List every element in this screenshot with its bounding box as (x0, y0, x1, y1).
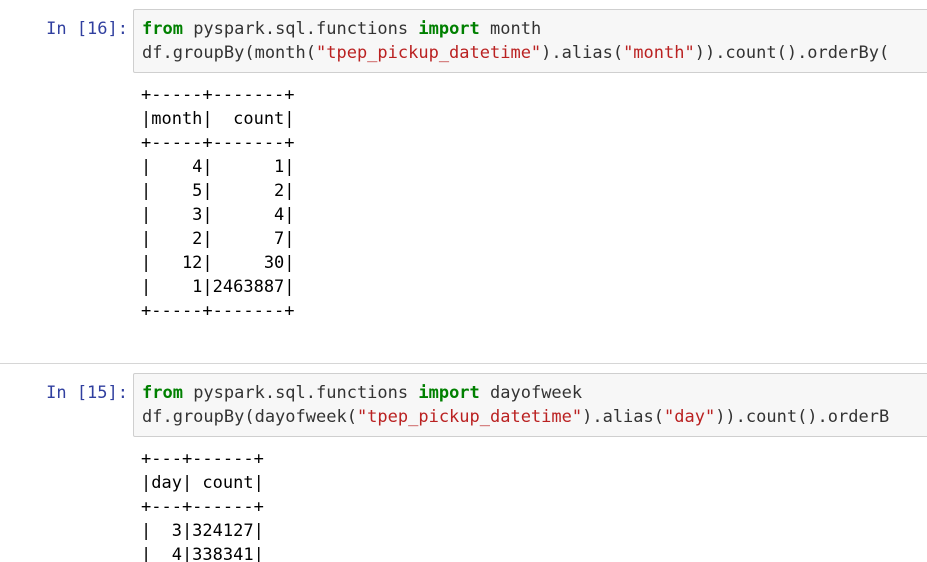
cell-output: +---+------+ |day| count| +---+------+ |… (141, 447, 901, 562)
code-text: )).count().orderB (715, 407, 890, 427)
code-text: df.groupBy(dayofweek( (142, 407, 357, 427)
import-name: month (479, 19, 542, 39)
keyword: from (142, 383, 183, 403)
output-line: | 12| 30| (141, 253, 295, 273)
code-text: ).alias( (541, 43, 624, 63)
output-line: | 3|324127| (141, 521, 264, 541)
import-name: dayofweek (479, 383, 583, 403)
output-line: | 4| 1| (141, 157, 295, 177)
output-line: |month| count| (141, 109, 295, 129)
keyword: from (142, 19, 183, 39)
string-literal: "day" (664, 407, 716, 427)
notebook: In [16]: from pyspark.sql.functions impo… (0, 0, 927, 562)
keyword: import (418, 19, 480, 39)
module-name: pyspark.sql.functions (182, 383, 419, 403)
output-line: | 1|2463887| (141, 277, 295, 297)
code-text: ).alias( (582, 407, 664, 427)
code-text: df.groupBy(month( (142, 43, 316, 63)
output-line: |day| count| (141, 473, 264, 493)
cell-prompt: In [16]: (46, 19, 128, 39)
output-line: +-----+-------+ (141, 85, 295, 105)
output-line: | 2| 7| (141, 229, 295, 249)
code-cell-15[interactable]: In [15]: from pyspark.sql.functions impo… (0, 364, 927, 562)
code-input[interactable]: from pyspark.sql.functions import month … (133, 9, 927, 73)
code-line-1: from pyspark.sql.functions import dayofw… (142, 381, 927, 405)
output-line: +-----+-------+ (141, 301, 295, 321)
output-line: +---+------+ (141, 497, 264, 517)
string-literal: "month" (623, 43, 695, 63)
code-line-1: from pyspark.sql.functions import month (142, 17, 927, 41)
string-literal: "tpep_pickup_datetime" (316, 43, 542, 63)
keyword: import (418, 383, 480, 403)
output-line: | 4|338341| (141, 545, 264, 562)
code-line-2: df.groupBy(month("tpep_pickup_datetime")… (142, 41, 927, 65)
string-literal: "tpep_pickup_datetime" (356, 407, 583, 427)
output-line: +---+------+ (141, 449, 264, 469)
code-line-2: df.groupBy(dayofweek("tpep_pickup_dateti… (142, 405, 927, 429)
cell-output: +-----+-------+ |month| count| +-----+--… (141, 83, 901, 323)
code-text: )).count().orderBy( (694, 43, 890, 63)
code-cell-16[interactable]: In [16]: from pyspark.sql.functions impo… (0, 0, 927, 340)
output-line: +-----+-------+ (141, 133, 295, 153)
output-line: | 5| 2| (141, 181, 295, 201)
code-input[interactable]: from pyspark.sql.functions import dayofw… (133, 373, 927, 437)
output-line: | 3| 4| (141, 205, 295, 225)
module-name: pyspark.sql.functions (182, 19, 419, 39)
cell-prompt: In [15]: (46, 383, 128, 403)
